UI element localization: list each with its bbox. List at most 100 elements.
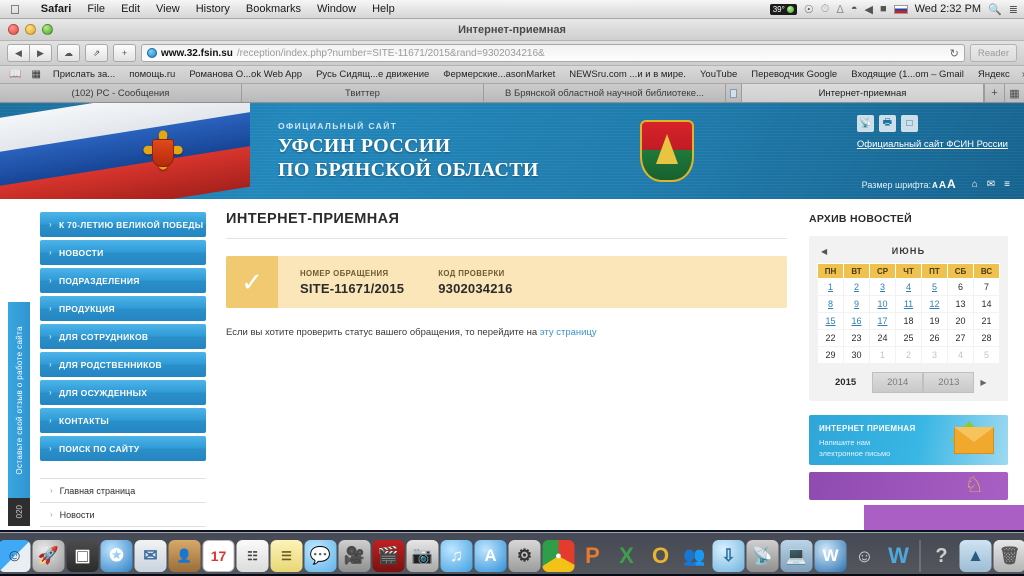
mobile-icon[interactable]: □ [900,115,918,132]
new-tab-button-tabbar[interactable]: + [984,84,1004,102]
help-icon[interactable]: ? [926,540,958,572]
icloud-tabs-button[interactable]: ☁ [57,44,80,62]
menu-item-window[interactable]: Window [309,3,364,15]
facetime-icon[interactable]: 🎥 [338,540,371,572]
calendar-day[interactable]: 16 [843,312,870,330]
bookmark-item-1[interactable]: помощь.ru [122,69,182,80]
timemachine-icon[interactable]: ⏱ [821,3,830,16]
status-page-link[interactable]: эту страницу [540,327,597,338]
dropbox-icon[interactable]: ☉ [804,3,814,16]
chrome-icon[interactable]: ● [542,540,575,572]
photoshop-icon[interactable]: P [577,540,609,572]
calendar-day[interactable]: 8 [817,295,844,313]
calendar-day[interactable]: 11 [895,295,922,313]
tab-twitter[interactable]: Твиттер [242,84,484,102]
bookmark-item-7[interactable]: Переводчик Google [744,69,844,80]
battery-icon[interactable]: ■ [880,3,887,15]
calendar-day[interactable]: 17 [869,312,896,330]
bookmark-item-4[interactable]: Фермерские...asonMarket [436,69,562,80]
menu-item-file[interactable]: File [79,3,113,15]
bookmark-item-8[interactable]: Входящие (1...om – Gmail [844,69,971,80]
feedback-tab[interactable]: Оставьте свой отзыв о работе сайта [8,302,30,498]
promo-banner-internet-priemnaya[interactable]: ИНТЕРНЕТ ПРИЕМНАЯ Напишите нам электронн… [809,415,1008,465]
sidebar-item-contacts[interactable]: › КОНТАКТЫ [40,408,206,433]
reload-icon[interactable]: ↻ [944,47,959,60]
sidebar-item-for-staff[interactable]: › ДЛЯ СОТРУДНИКОВ [40,324,206,349]
home-icon[interactable]: ⌂ [972,179,978,190]
reminders-icon[interactable]: ☰ [270,540,303,572]
mail-icon[interactable]: ✉ [987,179,995,190]
calendar-prev-button[interactable]: ◀ [821,247,827,256]
bluetooth-icon[interactable]: ᐃ [836,3,844,16]
msn-messenger-icon[interactable]: 👥 [679,540,711,572]
sidebar-item-for-relatives[interactable]: › ДЛЯ РОДСТВЕННИКОВ [40,352,206,377]
bookmark-item-2[interactable]: Романова О...ok Web App [182,69,309,80]
wikipedia-icon[interactable]: W [883,540,915,572]
outlook-icon[interactable]: O [645,540,677,572]
list-icon[interactable]: ≣ [1009,3,1018,16]
bookmarks-overflow-button[interactable]: » [1017,69,1024,80]
tab-internet-priemnaya[interactable]: Интернет-приемная [742,84,984,102]
skype-icon[interactable]: ☺ [849,540,881,572]
bookmark-item-3[interactable]: Русь Сидящ...е движение [309,69,436,80]
font-size-medium-button[interactable]: A [939,180,946,191]
appstore-icon[interactable]: A [474,540,507,572]
menu-item-bookmarks[interactable]: Bookmarks [238,3,309,15]
new-tab-button[interactable]: + [113,44,136,62]
book-icon[interactable]: 📖 [4,69,26,80]
temperature-indicator[interactable]: 39° [769,3,797,15]
year-tab-2015[interactable]: 2015 [821,373,872,392]
forward-button[interactable]: ▶ [29,44,52,62]
trash-icon[interactable]: 🗑 [993,540,1024,572]
word-icon[interactable]: W [814,540,847,572]
contacts-icon[interactable]: 👤 [168,540,201,572]
downloads-icon[interactable]: ⇩ [712,540,745,572]
print-icon[interactable]: 🖶 [878,115,896,132]
font-size-large-button[interactable]: A [947,177,956,191]
search-icon[interactable]: 🔍 [988,3,1002,16]
mail-icon[interactable]: ✉ [134,540,167,572]
address-bar[interactable]: www.32.fsin.su /reception/index.php?numb… [141,44,965,62]
menu-item-view[interactable]: View [148,3,188,15]
rss-icon[interactable]: 📡 [856,115,874,132]
promo-banner-secondary[interactable]: ♘ [809,472,1008,500]
menu-item-safari[interactable]: Safari [33,3,80,15]
excel-icon[interactable]: X [611,540,643,572]
tab-library[interactable]: В Брянской областной научной библиотеке.… [484,84,726,102]
fsin-russia-link[interactable]: Официальный сайт ФСИН России [857,139,1008,150]
mission-control-icon[interactable]: ▣ [66,540,99,572]
finder-icon[interactable]: ☺ [0,540,31,572]
sidebar-subitem-home[interactable]: › Главная страница [40,479,206,503]
menu-item-history[interactable]: History [188,3,238,15]
sidebar-subitem-news[interactable]: › Новости [40,503,206,527]
photobooth-icon[interactable]: 🎬 [372,540,405,572]
utility-icon[interactable]: 📡 [746,540,779,572]
sidebar-item-divisions[interactable]: › ПОДРАЗДЕЛЕНИЯ [40,268,206,293]
font-size-small-button[interactable]: A [932,181,938,190]
launchpad-icon[interactable]: 🚀 [32,540,65,572]
safari-icon[interactable]: ✪ [100,540,133,572]
calendar-day[interactable]: 4 [895,278,922,296]
calendar-day[interactable]: 5 [921,278,948,296]
calendar-day[interactable]: 3 [869,278,896,296]
volume-icon[interactable]: ◀ [865,3,873,16]
calendar-day[interactable]: 1 [817,278,844,296]
grid-icon[interactable]: ▦ [26,69,45,80]
sidebar-item-for-convicts[interactable]: › ДЛЯ ОСУЖДЕННЫХ [40,380,206,405]
calendar-day[interactable]: 2 [843,278,870,296]
share-button[interactable]: ⇗ [85,44,108,62]
downloads-stack-icon[interactable]: ▲ [959,540,992,572]
iphoto-icon[interactable]: 📷 [406,540,439,572]
sidebar-item-products[interactable]: › ПРОДУКЦИЯ [40,296,206,321]
back-button[interactable]: ◀ [7,44,30,62]
bookmark-item-5[interactable]: NEWSru.com ...и и в мире. [562,69,693,80]
sidebar-item-site-search[interactable]: › ПОИСК ПО САЙТУ [40,436,206,461]
russian-flag-icon[interactable] [893,4,908,14]
calendar-icon[interactable]: 17 [202,540,235,572]
year-tab-2014[interactable]: 2014 [872,372,924,393]
show-all-tabs-button[interactable]: ▦ [1004,84,1024,102]
bookmark-item-9[interactable]: Яндекс [971,69,1017,80]
clock[interactable]: Wed 2:32 PM [915,3,981,15]
calendar-day[interactable]: 10 [869,295,896,313]
apple-logo-icon[interactable]:  [10,3,20,16]
